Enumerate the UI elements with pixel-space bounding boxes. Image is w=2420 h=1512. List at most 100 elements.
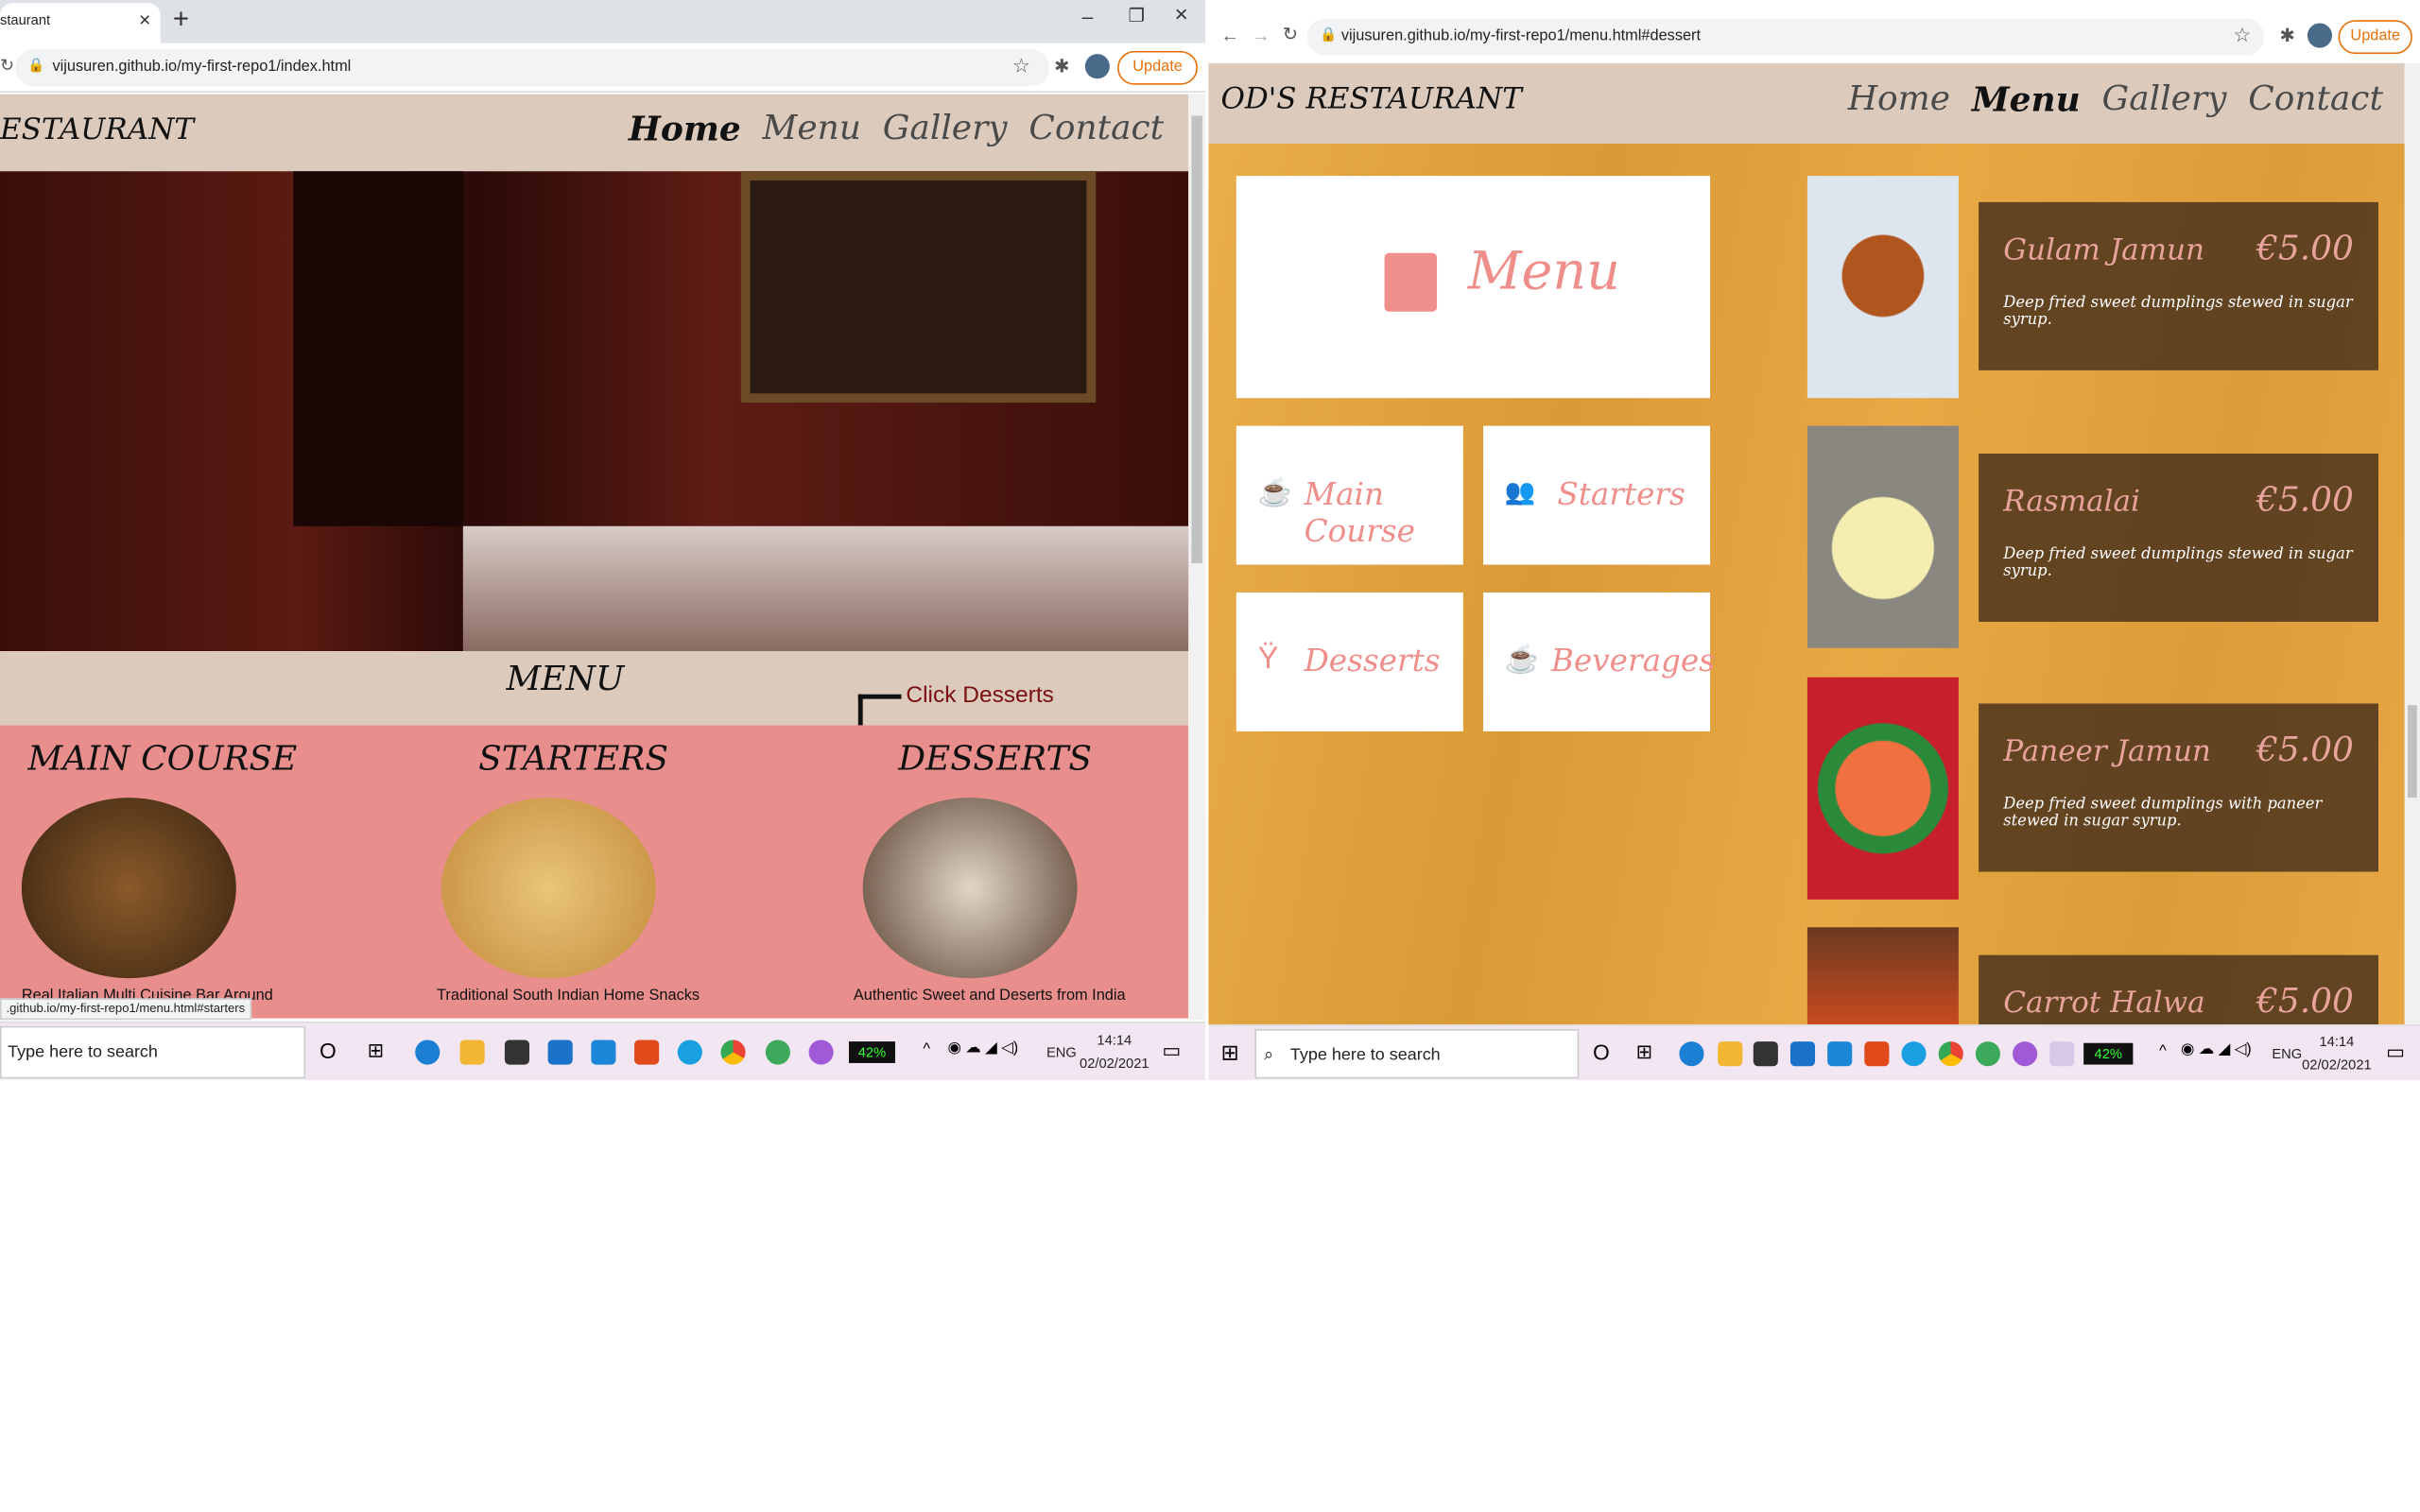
paint-icon[interactable] [808,1040,834,1065]
nav-contact[interactable]: Contact [2248,80,2383,120]
nav-gallery[interactable]: Gallery [883,110,1008,149]
tray-language[interactable]: ENG [2272,1046,2302,1063]
task-view-icon[interactable]: ⊞ [368,1039,385,1063]
clock-time: 14:14 [1097,1032,1132,1048]
paint-icon[interactable] [2013,1041,2038,1067]
tray-chevron-icon[interactable]: ^ [923,1041,930,1058]
scrollbar-track[interactable] [1188,94,1206,1021]
nav-menu[interactable]: Menu [1972,80,2081,120]
update-button[interactable]: Update [2338,20,2412,55]
dish-card: Gulam Jamun €5.00 Deep fried sweet dumpl… [1979,201,2378,370]
category-title-starters[interactable]: STARTERS [478,741,668,780]
file-explorer-icon[interactable] [459,1040,485,1065]
tile-label-desserts: Desserts [1304,642,1441,679]
scrollbar-thumb[interactable] [2408,705,2417,799]
profile-avatar[interactable] [1084,54,1110,79]
dish-name: Rasmalai [2003,484,2140,519]
skype-icon[interactable] [677,1040,702,1065]
browser-tab[interactable]: staurant × [0,3,161,43]
l-app-icon[interactable] [1827,1041,1853,1067]
notification-icon[interactable]: ▭ [2386,1040,2405,1064]
tile-label-starters: Starters [1557,474,1685,513]
store-icon[interactable] [1753,1041,1778,1067]
brand-logo: OD'S RESTAURANT [1220,81,1522,116]
skype-icon[interactable] [1901,1041,1927,1067]
l-app-icon[interactable] [591,1040,616,1065]
tray-clock[interactable]: 14:14 02/02/2021 [1079,1032,1150,1072]
notification-icon[interactable]: ▭ [1162,1039,1181,1063]
extensions-icon[interactable]: ✱ [1054,56,1069,77]
windows-start-icon[interactable]: ⊞ [1220,1040,1238,1066]
taskbar-search[interactable]: Type here to search [0,1025,306,1079]
site-navbar: ESTAURANT Home Menu Gallery Contact [0,94,1189,172]
file-explorer-icon[interactable] [1718,1041,1743,1067]
reload-icon[interactable]: ↻ [1283,23,1298,44]
store-icon[interactable] [504,1040,530,1065]
bookmark-star-icon[interactable]: ☆ [1012,54,1030,78]
edge-icon[interactable] [415,1040,441,1065]
back-icon[interactable]: ← [1220,25,1239,46]
scrollbar-track[interactable] [2404,62,2420,1025]
chrome-icon[interactable] [720,1040,746,1065]
profile-avatar[interactable] [2307,23,2333,48]
book-icon [1384,252,1438,312]
battery-meter[interactable]: 42% [2083,1042,2134,1065]
tile-main-course[interactable]: ☕ Main Course [1236,425,1463,565]
feather-icon[interactable] [2049,1041,2075,1067]
dish-image-carrot-halwa [1806,927,1959,1025]
click-desserts-annotation: Click Desserts [906,681,1054,709]
chrome-icon[interactable] [1938,1041,1963,1067]
restore-icon[interactable]: ❐ [1129,5,1146,26]
starters-image[interactable] [441,798,656,979]
tile-desserts[interactable]: Ÿ Desserts [1236,592,1463,731]
address-bar[interactable]: 🔒 vijusuren.github.io/my-first-repo1/ind… [15,49,1050,87]
mail-icon[interactable] [547,1040,573,1065]
url-text: vijusuren.github.io/my-first-repo1/menu.… [1340,27,1702,45]
dish-name: Gulam Jamun [2003,232,2205,267]
extensions-icon[interactable]: ✱ [2279,25,2294,46]
nav-home[interactable]: Home [1848,80,1950,120]
tile-starters[interactable]: 👥 Starters [1483,425,1711,565]
edge-icon[interactable] [1679,1041,1704,1067]
nav-gallery[interactable]: Gallery [2102,80,2227,120]
cortana-icon[interactable]: O [320,1039,337,1063]
tray-clock[interactable]: 14:14 02/02/2021 [2301,1034,2372,1074]
dish-price: €5.00 [2256,983,2354,1022]
office-icon[interactable] [634,1040,660,1065]
vpn-icon[interactable] [1975,1041,2000,1067]
desserts-image[interactable] [862,798,1078,979]
tray-language[interactable]: ENG [1046,1044,1077,1061]
tray-chevron-icon[interactable]: ^ [2159,1043,2167,1060]
vpn-icon[interactable] [765,1040,790,1065]
nav-home[interactable]: Home [629,110,741,149]
category-title-desserts[interactable]: DESSERTS [898,741,1092,780]
address-bar[interactable]: 🔒 vijusuren.github.io/my-first-repo1/men… [1306,18,2265,56]
category-title-main-course[interactable]: MAIN COURSE [27,741,297,780]
mail-icon[interactable] [1789,1041,1816,1067]
main-course-image[interactable] [21,798,236,979]
bookmark-star-icon[interactable]: ☆ [2234,23,2252,47]
tile-beverages[interactable]: ☕ Beverages [1483,592,1715,731]
task-view-icon[interactable]: ⊞ [1636,1040,1653,1064]
office-icon[interactable] [1864,1041,1890,1067]
tray-icons[interactable]: ◉ ☁ ◢ ◁) [2181,1041,2252,1058]
tray-icons[interactable]: ◉ ☁ ◢ ◁) [947,1040,1018,1057]
scrollbar-thumb[interactable] [1191,115,1202,563]
new-tab-icon[interactable]: + [173,3,189,35]
tab-close-icon[interactable]: × [139,8,150,30]
hero-doorway [293,171,463,526]
taskbar-search[interactable]: ⌕ Type here to search [1254,1029,1580,1079]
forward-icon[interactable]: → [1252,25,1270,46]
nav-contact[interactable]: Contact [1028,110,1164,149]
taskbar-left: Type here to search O ⊞ 42% ^ ◉ ☁ ◢ ◁) E… [0,1021,1206,1080]
window-close-icon[interactable]: × [1174,2,1187,28]
tab-title: staurant [0,12,51,28]
nav-links: Home Menu Gallery Contact [1826,80,2383,120]
nav-menu[interactable]: Menu [763,110,861,149]
reload-icon[interactable]: ↻ [0,56,14,76]
update-button[interactable]: Update [1117,50,1198,85]
battery-meter[interactable]: 42% [848,1041,895,1063]
minimize-icon[interactable]: – [1082,5,1094,27]
left-browser-window: staurant × + – ❐ × ↻ 🔒 vijusuren.github.… [0,0,1206,1080]
cortana-icon[interactable]: O [1593,1040,1610,1064]
